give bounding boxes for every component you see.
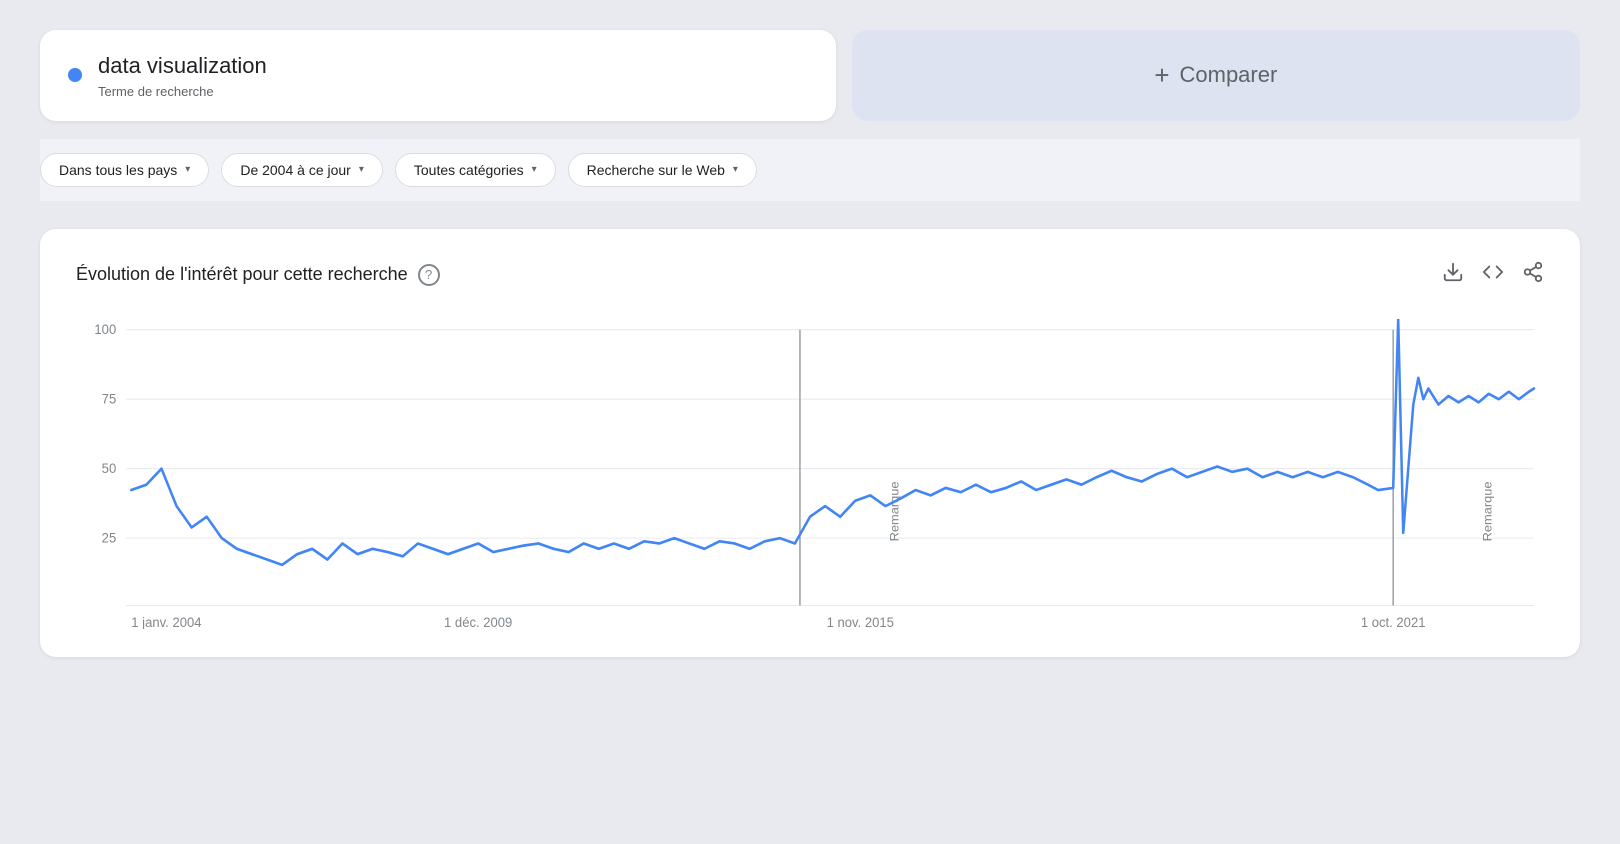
share-button[interactable] [1522, 261, 1544, 289]
chevron-down-icon: ▾ [733, 164, 738, 175]
chevron-down-icon: ▾ [359, 164, 364, 175]
filter-category[interactable]: Toutes catégories ▾ [395, 153, 556, 187]
filter-period-label: De 2004 à ce jour [240, 162, 351, 178]
svg-text:50: 50 [102, 460, 117, 475]
chart-title-row: Évolution de l'intérêt pour cette recher… [76, 264, 440, 286]
filter-country[interactable]: Dans tous les pays ▾ [40, 153, 209, 187]
svg-text:25: 25 [102, 530, 117, 545]
search-dot-indicator [68, 68, 82, 82]
compare-plus-icon: + [1154, 60, 1169, 91]
download-button[interactable] [1442, 261, 1464, 289]
svg-text:75: 75 [102, 391, 117, 406]
filters-row: Dans tous les pays ▾ De 2004 à ce jour ▾… [40, 139, 1580, 201]
svg-text:1 janv. 2004: 1 janv. 2004 [131, 614, 202, 628]
embed-button[interactable] [1482, 261, 1504, 289]
chart-area: 100 75 50 25 Remarque Remarque 1 janv. 2… [76, 319, 1544, 629]
filter-type-label: Recherche sur le Web [587, 162, 725, 178]
chart-title: Évolution de l'intérêt pour cette recher… [76, 264, 408, 285]
svg-text:100: 100 [94, 321, 116, 336]
chevron-down-icon: ▾ [532, 164, 537, 175]
chart-card: Évolution de l'intérêt pour cette recher… [40, 229, 1580, 657]
chart-actions [1442, 261, 1544, 289]
svg-text:Remarque: Remarque [1481, 481, 1495, 541]
chart-header: Évolution de l'intérêt pour cette recher… [76, 261, 1544, 289]
search-term-box: data visualization Terme de recherche [40, 30, 836, 121]
svg-text:1 nov. 2015: 1 nov. 2015 [827, 614, 894, 628]
search-text: data visualization Terme de recherche [98, 52, 267, 99]
svg-text:Remarque: Remarque [888, 481, 902, 541]
compare-button[interactable]: + Comparer [852, 30, 1580, 121]
svg-text:1 déc. 2009: 1 déc. 2009 [444, 614, 512, 628]
filter-type[interactable]: Recherche sur le Web ▾ [568, 153, 757, 187]
chevron-down-icon: ▾ [185, 164, 190, 175]
svg-text:1 oct. 2021: 1 oct. 2021 [1361, 614, 1426, 628]
compare-label: Comparer [1180, 62, 1278, 88]
filter-period[interactable]: De 2004 à ce jour ▾ [221, 153, 383, 187]
search-subtitle-label: Terme de recherche [98, 84, 267, 99]
filter-category-label: Toutes catégories [414, 162, 524, 178]
trend-chart: 100 75 50 25 Remarque Remarque 1 janv. 2… [76, 319, 1544, 629]
search-term-label: data visualization [98, 52, 267, 81]
filter-country-label: Dans tous les pays [59, 162, 177, 178]
help-icon[interactable]: ? [418, 264, 440, 286]
